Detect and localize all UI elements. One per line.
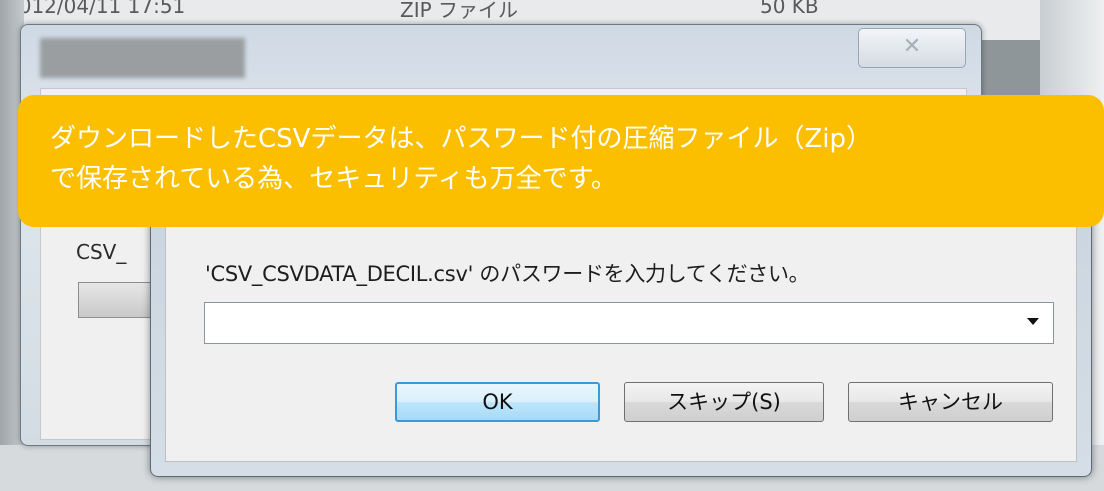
file-size: 50 KB (760, 0, 819, 18)
file-type: ZIP ファイル (400, 0, 519, 22)
close-button[interactable]: ✕ (858, 28, 966, 68)
password-input[interactable] (204, 302, 1054, 344)
callout-banner: ダウンロードしたCSVデータは、パスワード付の圧縮ファイル（Zip） で保存され… (18, 95, 1104, 227)
callout-line-2: で保存されている為、セキュリティも万全です。 (50, 164, 618, 194)
file-list-row: 2012/04/11 17:51 ZIP ファイル 50 KB (0, 0, 1104, 22)
chevron-down-icon[interactable] (1027, 318, 1039, 325)
dialog-title-blurred (40, 38, 245, 78)
cancel-button[interactable]: キャンセル (848, 382, 1053, 422)
extract-file-label: CSV_ (76, 240, 127, 264)
close-icon: ✕ (902, 34, 922, 59)
callout-line-1: ダウンロードしたCSVデータは、パスワード付の圧縮ファイル（Zip） (50, 124, 872, 154)
ok-button[interactable]: OK (395, 382, 600, 422)
skip-button[interactable]: スキップ(S) (624, 382, 824, 422)
password-prompt: 'CSV_CSVDATA_DECIL.csv' のパスワードを入力してください。 (205, 262, 810, 286)
file-date: 2012/04/11 17:51 (6, 0, 186, 18)
